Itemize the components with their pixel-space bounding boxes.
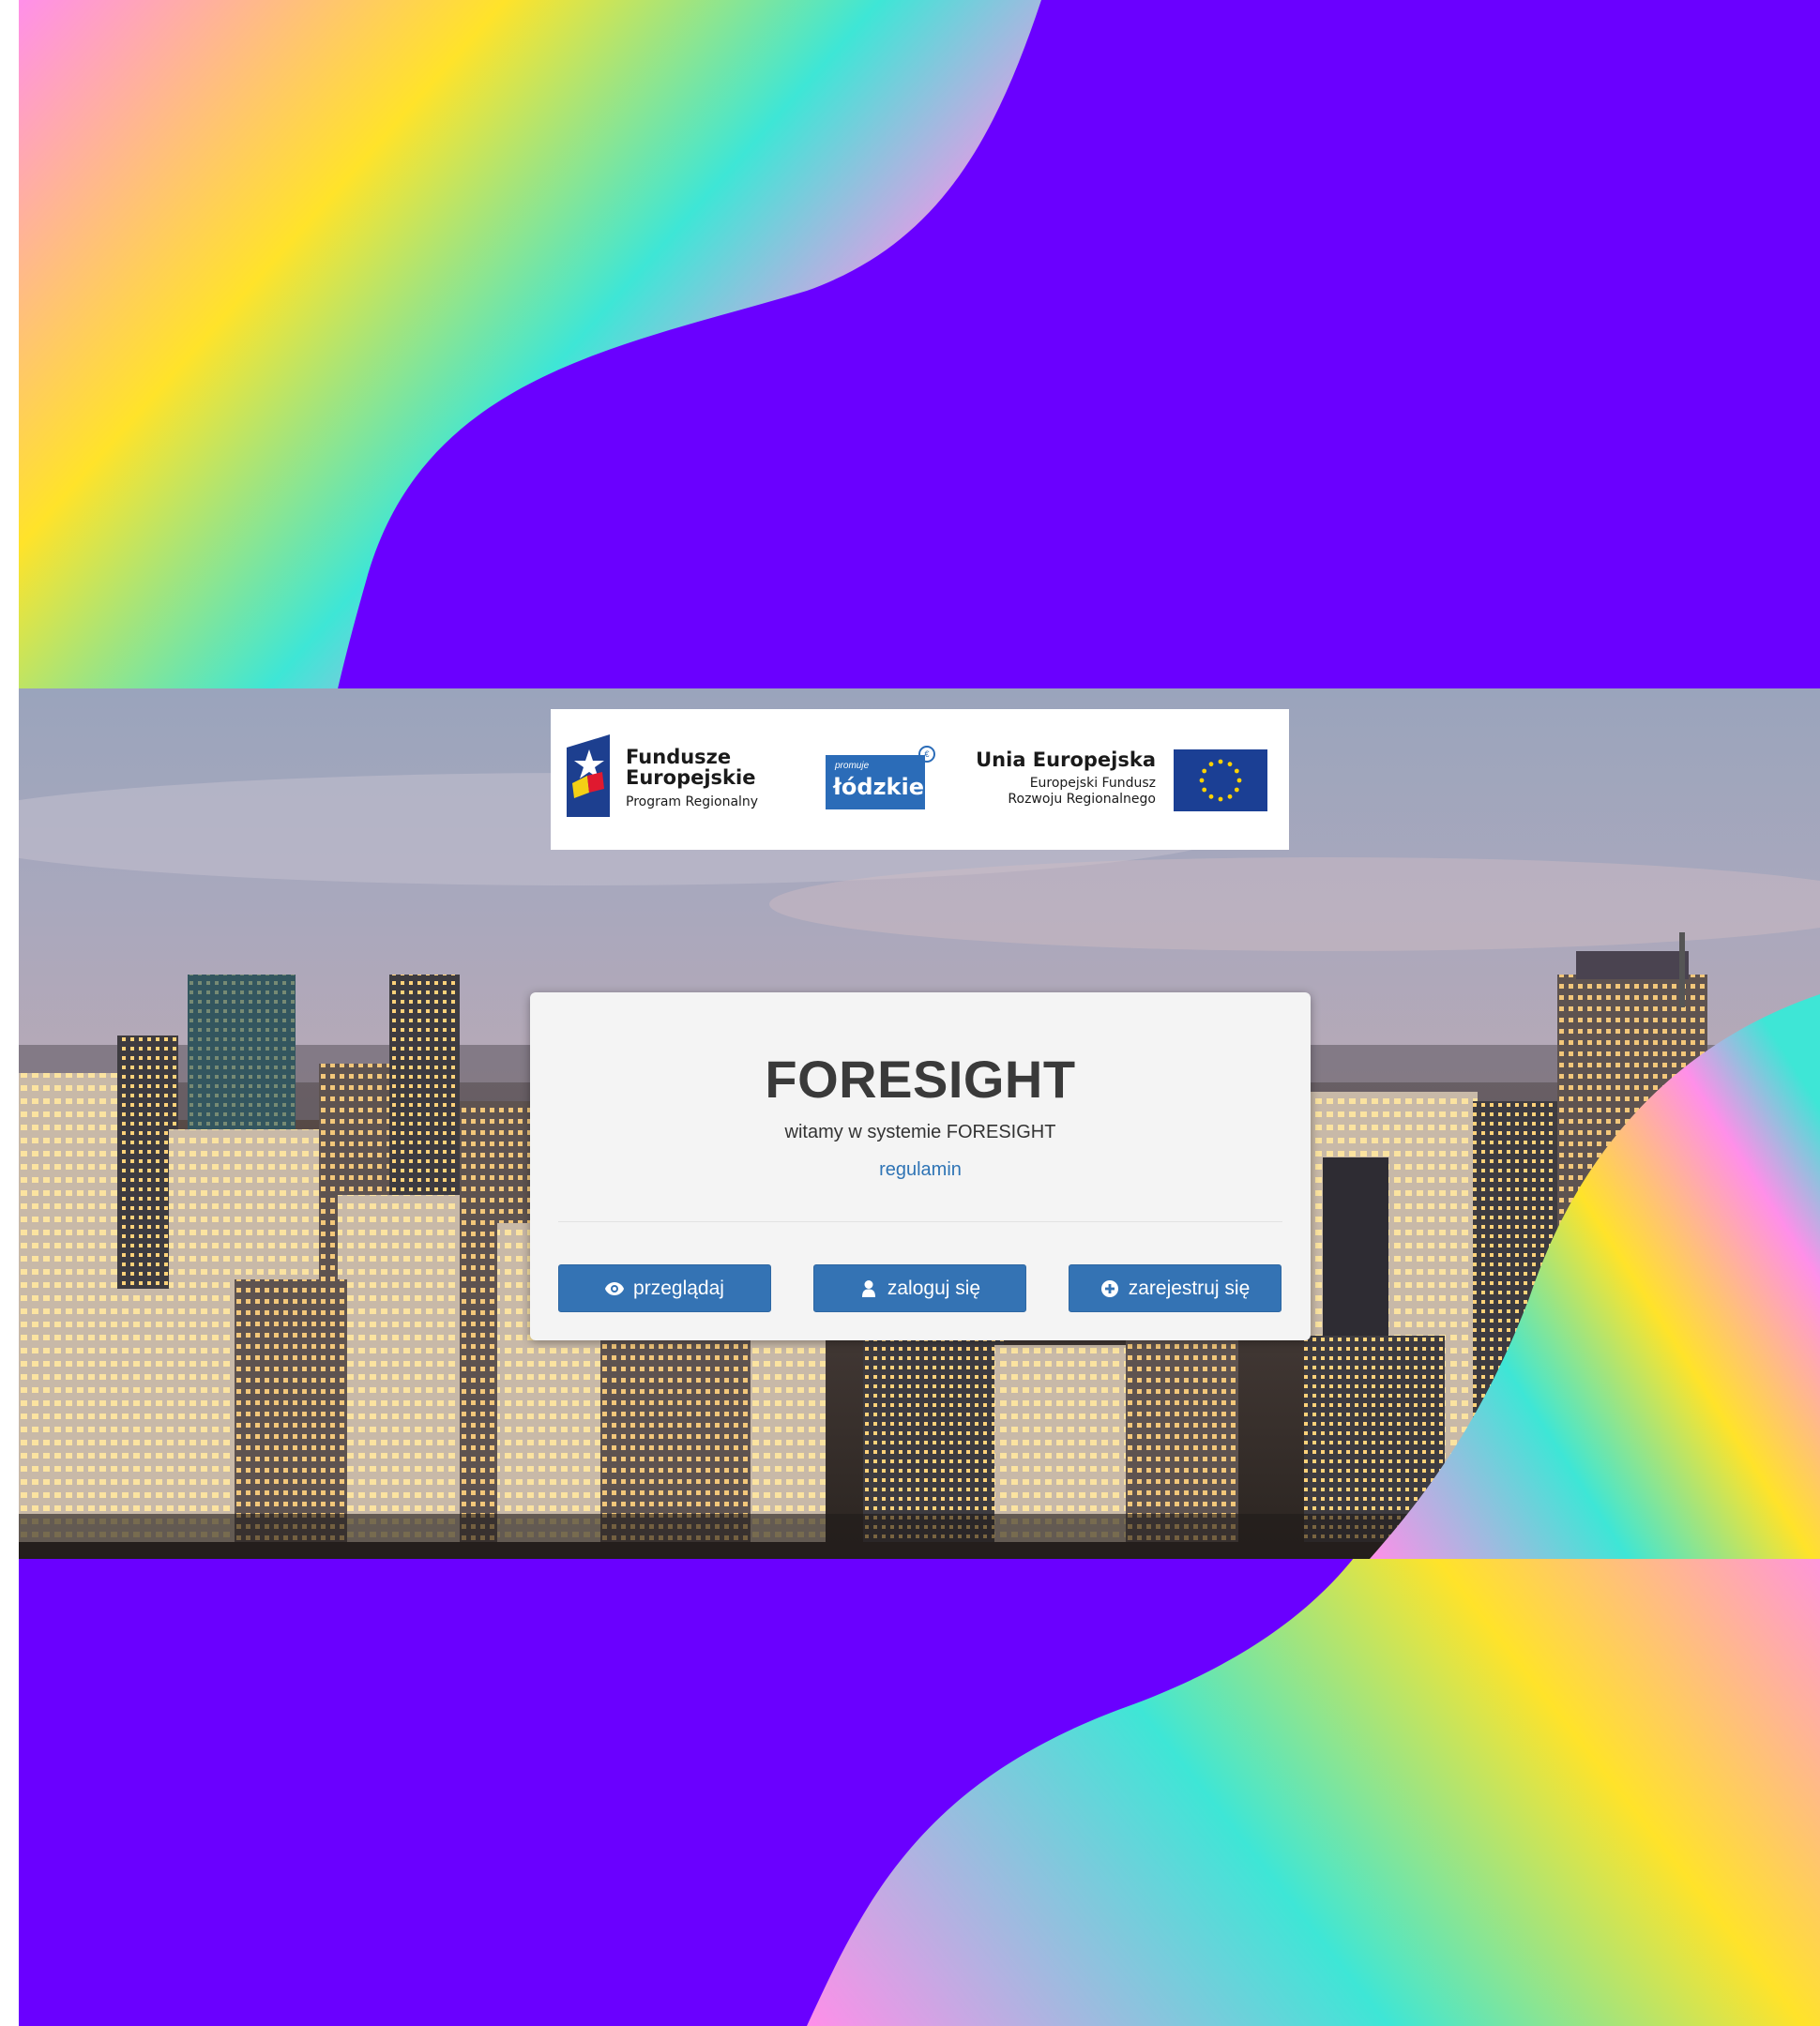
- user-icon: [859, 1279, 878, 1298]
- card-divider: [558, 1221, 1282, 1222]
- eu-star: [1199, 778, 1205, 783]
- browse-button[interactable]: przeglądaj: [558, 1264, 771, 1312]
- welcome-card: FORESIGHT witamy w systemie FORESIGHT re…: [530, 992, 1311, 1340]
- eu-line1: Unia Europejska: [976, 748, 1156, 771]
- euro-sign-icon: €: [918, 746, 935, 763]
- lodzkie-main-text: łódzkie: [833, 774, 925, 800]
- welcome-subtitle: witamy w systemie FORESIGHT: [784, 1122, 1056, 1142]
- funding-logo-bar: Fundusze Europejskie Program Regionalny …: [551, 709, 1289, 850]
- page-title: FORESIGHT: [765, 1050, 1076, 1109]
- eu-star: [1234, 787, 1239, 793]
- fundusze-line3: Program Regionalny: [626, 794, 759, 809]
- login-button-label: zaloguj się: [887, 1277, 981, 1299]
- browse-button-label: przeglądaj: [633, 1277, 724, 1299]
- eu-line2: Europejski Fundusz: [1029, 776, 1156, 791]
- terms-link[interactable]: regulamin: [530, 1159, 1311, 1181]
- eu-star: [1227, 762, 1233, 767]
- lodzkie-logo-icon: promuje łódzkie: [826, 755, 925, 809]
- fundusze-line1: Fundusze: [626, 746, 732, 768]
- plus-circle-icon: [1100, 1279, 1119, 1298]
- register-button-label: zarejestruj się: [1128, 1277, 1251, 1299]
- fundusze-europejskie-star-icon: [567, 734, 610, 817]
- lodzkie-small-text: promuje: [835, 761, 870, 771]
- fundusze-line2: Europejskie: [626, 766, 756, 789]
- eu-star: [1208, 762, 1214, 767]
- eu-line3: Rozwoju Regionalnego: [1008, 792, 1156, 807]
- eu-star: [1218, 759, 1223, 764]
- eu-flag-icon: [1174, 749, 1267, 811]
- eu-star: [1234, 768, 1239, 774]
- eu-star: [1208, 794, 1214, 799]
- eu-star: [1202, 787, 1207, 793]
- page-background: Fundusze Europejskie Program Regionalny …: [19, 0, 1820, 2026]
- register-button[interactable]: zarejestruj się: [1069, 1264, 1282, 1312]
- eu-star: [1227, 794, 1233, 799]
- login-button[interactable]: zaloguj się: [813, 1264, 1026, 1312]
- eu-star: [1236, 778, 1242, 783]
- eu-star: [1202, 768, 1207, 774]
- eye-icon: [605, 1279, 625, 1298]
- eu-star: [1218, 796, 1223, 802]
